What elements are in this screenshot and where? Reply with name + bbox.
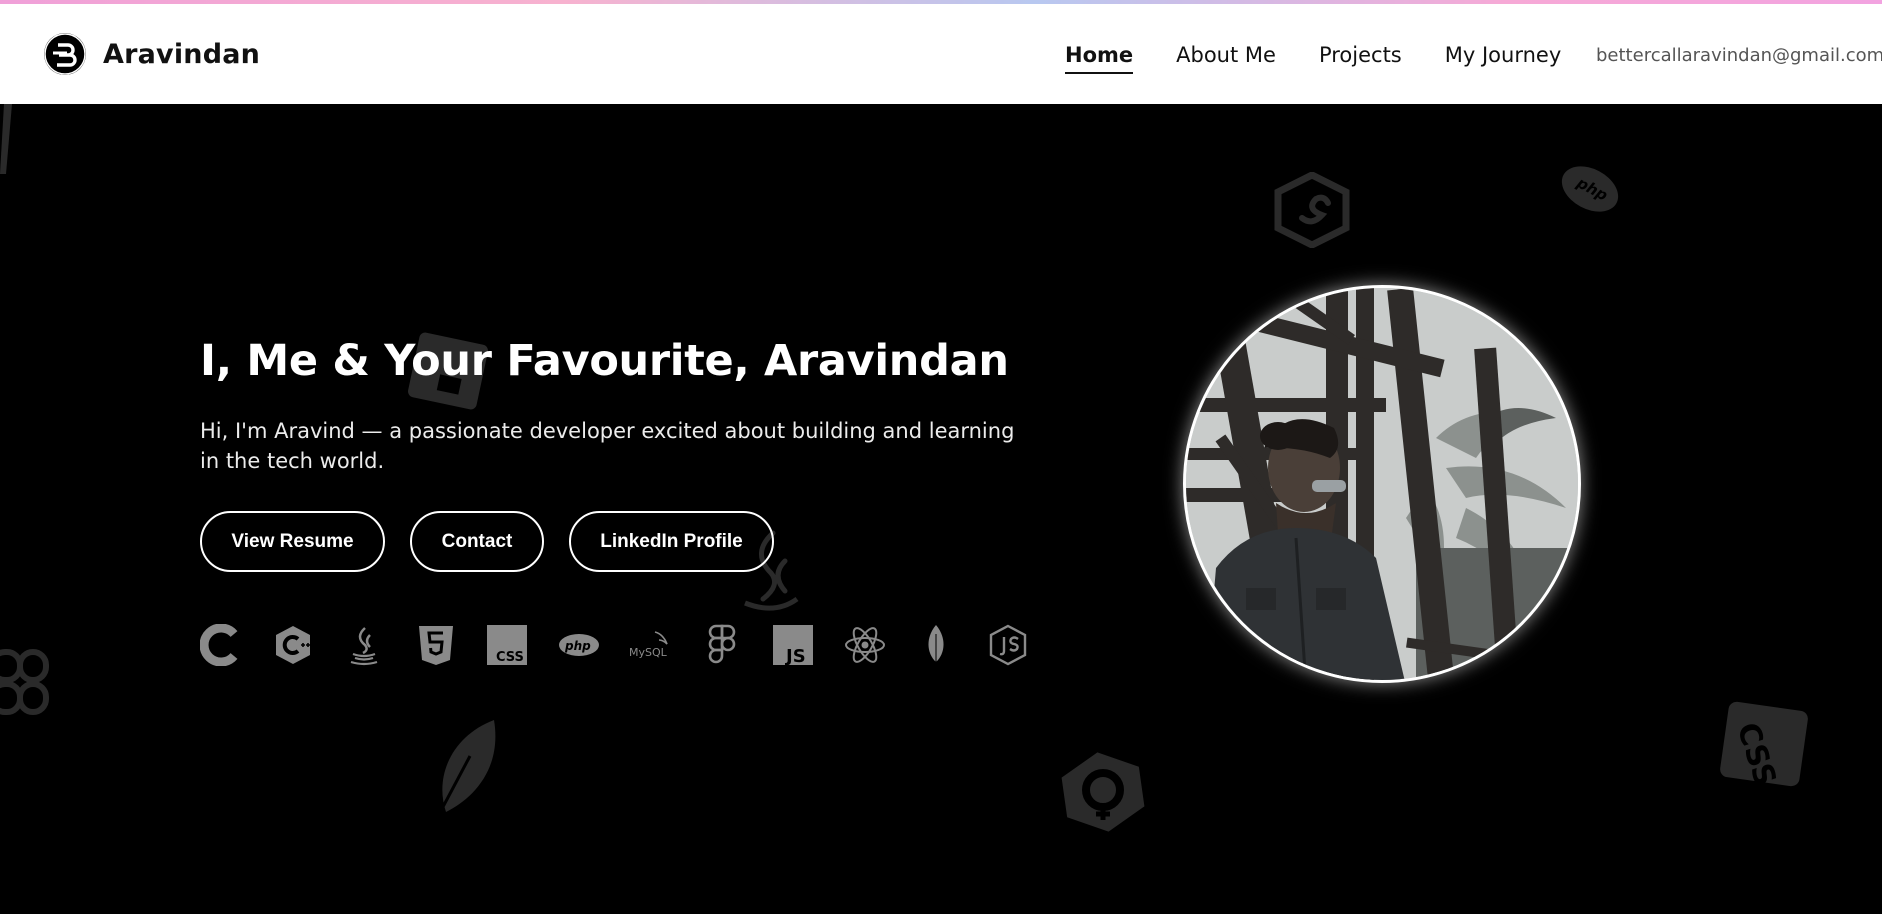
mongodb-icon [915, 624, 957, 666]
brand-logo-icon [44, 33, 86, 75]
view-resume-button[interactable]: View Resume [200, 511, 385, 572]
figma-icon [701, 624, 743, 666]
nodejs-icon [987, 624, 1029, 666]
hero-buttons: View Resume Contact LinkedIn Profile [200, 511, 799, 572]
hero-subtitle: Hi, I'm Aravind — a passionate developer… [200, 419, 1015, 473]
nav-home[interactable]: Home [1065, 42, 1134, 74]
bg-php-icon: php [1561, 166, 1619, 212]
linkedin-profile-button[interactable]: LinkedIn Profile [569, 511, 774, 572]
html5-icon [415, 624, 457, 666]
react-icon [844, 624, 886, 666]
nav-my-journey[interactable]: My Journey [1445, 42, 1562, 68]
brand[interactable]: Aravindan [44, 33, 260, 75]
java-icon [343, 624, 385, 666]
bg-css-tile-icon: CSS [1720, 701, 1808, 791]
cpp-icon [272, 624, 314, 666]
nav-projects[interactable]: Projects [1319, 42, 1402, 68]
profile-photo [1183, 285, 1581, 683]
php-icon: php [558, 624, 600, 666]
contact-button[interactable]: Contact [410, 511, 544, 572]
mysql-icon: MySQL [629, 624, 671, 666]
svg-text:CSS: CSS [496, 650, 524, 665]
bg-figma-icon [0, 649, 49, 715]
c-icon [200, 624, 242, 666]
nav-about-me[interactable]: About Me [1176, 42, 1276, 68]
bg-hexagon-logo-icon [1274, 172, 1350, 248]
brand-name: Aravindan [103, 38, 261, 70]
hero-section: I, Me & Your Favourite, Aravindan Hi, I'… [200, 336, 1040, 476]
javascript-icon: JS [772, 624, 814, 666]
hero-title: I, Me & Your Favourite, Aravindan [200, 336, 1009, 386]
svg-text:php: php [564, 639, 591, 653]
main-nav: Home About Me Projects My Journey [1065, 42, 1604, 74]
css-icon: CSS [486, 624, 528, 666]
bg-pulumi-hexagon-icon [1061, 752, 1145, 832]
bg-stack-icon [0, 104, 12, 174]
bg-mongodb-leaf-icon [434, 720, 496, 821]
site-header: Aravindan Home About Me Projects My Jour… [0, 4, 1882, 104]
tech-stack-icons: CSS php MySQL JS [200, 624, 1058, 666]
email-link[interactable]: bettercallaravindan@gmail.com [1596, 45, 1882, 66]
svg-text:JS: JS [784, 646, 806, 666]
svg-text:MySQL: MySQL [629, 646, 668, 659]
